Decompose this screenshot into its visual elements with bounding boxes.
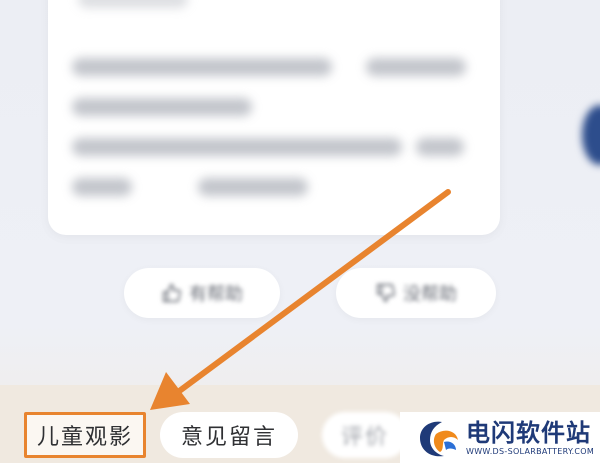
thumb-up-icon xyxy=(162,283,181,303)
thumb-down-icon xyxy=(376,283,395,303)
blurred-text-line xyxy=(366,58,466,76)
kids-mode-label: 儿童观影 xyxy=(36,425,133,450)
blurred-text-line xyxy=(78,0,188,8)
blurred-text-line xyxy=(72,178,132,196)
watermark-title: 电闪软件站 xyxy=(466,418,591,447)
feedback-label: 意见留言 xyxy=(180,425,277,450)
site-logo-icon xyxy=(420,421,458,456)
unhelpful-button[interactable]: 没帮助 xyxy=(336,268,496,318)
blurred-text-line xyxy=(198,178,308,196)
helpful-button[interactable]: 有帮助 xyxy=(124,268,280,318)
more-tag-button[interactable]: 评价 xyxy=(322,412,408,458)
app-screen: 有帮助 没帮助 儿童观影 意见留言 评价 电闪软件站 WWW.DS-SOLARB xyxy=(0,0,600,463)
blurred-text-line xyxy=(72,138,402,156)
blurred-text-line xyxy=(72,58,332,76)
reply-card xyxy=(48,0,500,235)
unhelpful-label: 没帮助 xyxy=(403,284,457,305)
helpful-label: 有帮助 xyxy=(189,284,243,305)
blurred-text-line xyxy=(72,98,252,116)
site-watermark: 电闪软件站 WWW.DS-SOLARBATTERY.COM xyxy=(400,412,600,463)
more-tag-label: 评价 xyxy=(340,425,389,450)
feedback-button[interactable]: 意见留言 xyxy=(160,412,298,458)
watermark-url: WWW.DS-SOLARBATTERY.COM xyxy=(466,446,595,456)
blurred-text-line xyxy=(416,138,464,156)
floating-assistant-icon[interactable] xyxy=(582,105,600,165)
kids-mode-button[interactable]: 儿童观影 xyxy=(24,412,146,458)
